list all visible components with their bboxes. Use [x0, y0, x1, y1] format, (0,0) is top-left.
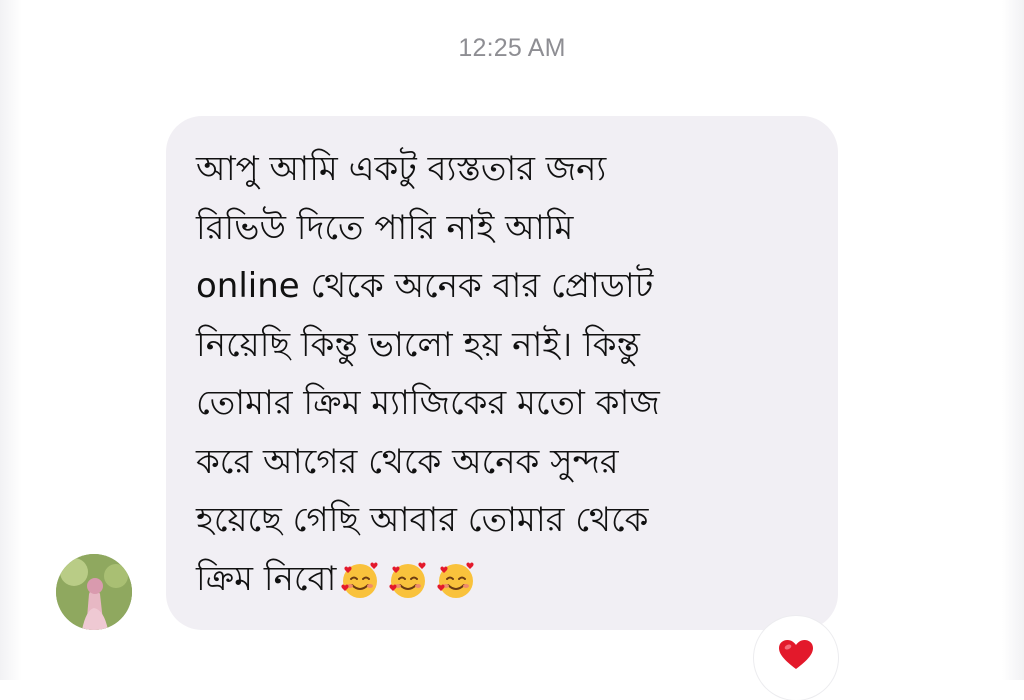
message-line: করে আগের থেকে অনেক সুন্দর: [196, 441, 619, 482]
avatar-photo: [56, 554, 132, 630]
screen-edge-left: [0, 0, 22, 680]
message-line: online থেকে অনেক বার প্রোডাট: [196, 266, 654, 306]
emoji-group: [338, 558, 482, 602]
message-line-last: ক্রিম নিবো: [196, 550, 808, 609]
sender-avatar[interactable]: [56, 554, 132, 630]
smiling-face-with-hearts-icon: [437, 562, 474, 598]
red-heart-icon: [779, 640, 813, 669]
reaction-badge[interactable]: [754, 616, 838, 700]
message-line: রিভিউ দিতে পারি নাই আমি: [196, 207, 574, 248]
message-line: হয়েছে গেছি আবার তোমার থেকে: [196, 500, 649, 540]
screen-edge-right: [1002, 0, 1024, 680]
message-line: নিয়েছি কিন্তু ভালো হয় নাই। কিন্তু: [196, 324, 640, 365]
message-line: তোমার ক্রিম ম্যাজিকের মতো কাজ: [196, 383, 660, 423]
smiling-face-with-hearts-icon: [341, 562, 378, 598]
message-line: আপু আমি একটু ব্যস্ততার জন্য: [196, 149, 607, 189]
message-timestamp: 12:25 AM: [458, 34, 566, 62]
message-bubble[interactable]: আপু আমি একটু ব্যস্ততার জন্য রিভিউ দিতে প…: [166, 116, 838, 630]
message-line-text: ক্রিম নিবো: [196, 558, 337, 599]
smiling-face-with-hearts-icon: [389, 562, 426, 598]
